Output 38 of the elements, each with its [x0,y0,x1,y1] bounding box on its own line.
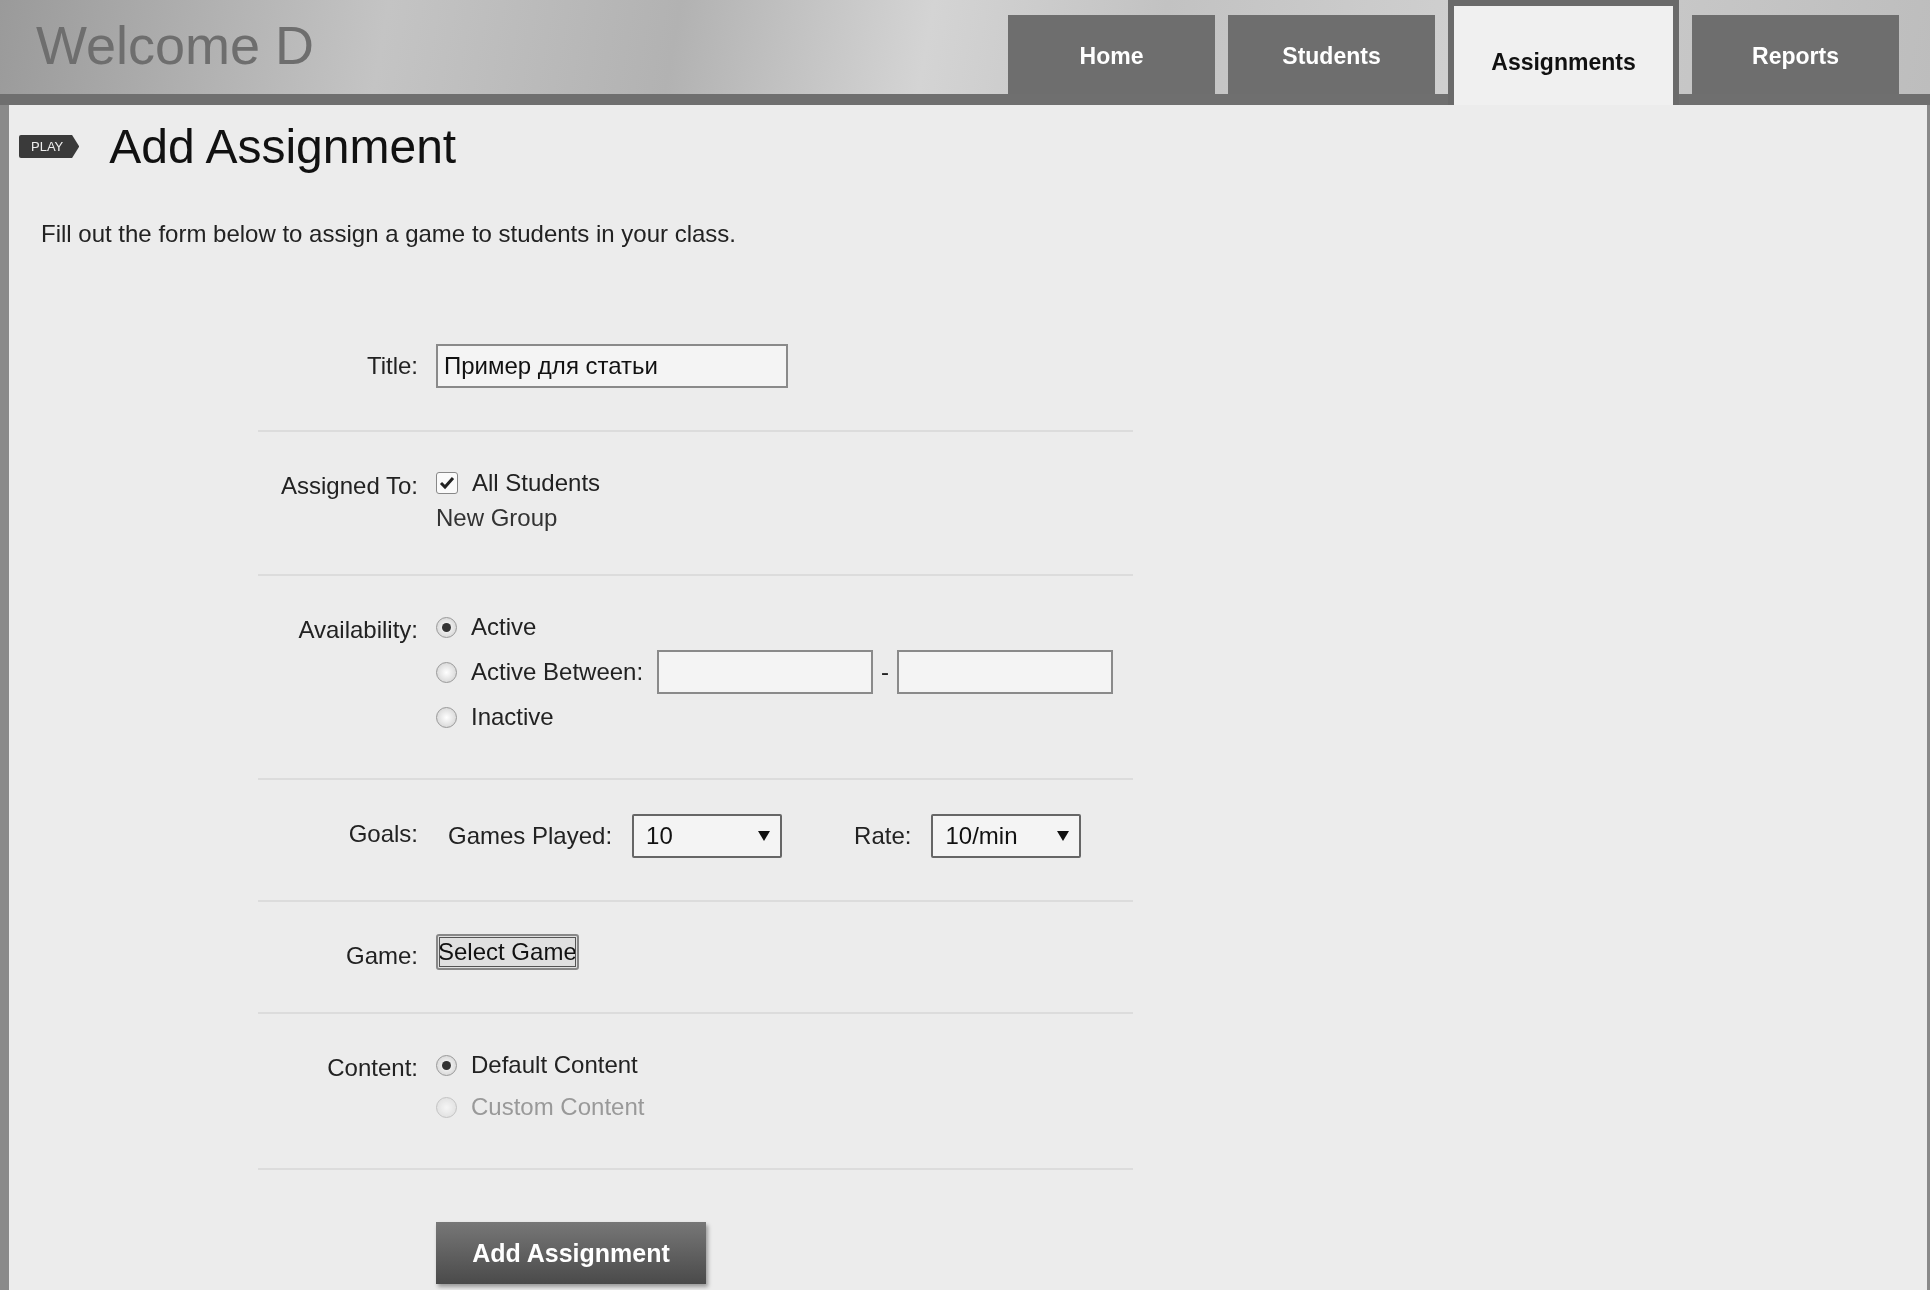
field-label: Assigned To: [280,471,418,501]
welcome-text: Welcome D [36,14,315,76]
select-game-button[interactable]: Select Game [436,934,579,970]
option-label: Inactive [471,703,554,731]
field-label: Game: [344,941,418,970]
goal-label: Rate: [854,822,912,850]
radio-button[interactable] [436,1054,457,1076]
intro-text: Fill out the form below to assign a game to students in your class. [41,220,737,248]
page-title: Add Assignment [109,119,457,174]
dropdown[interactable]: 10/min [931,814,1082,858]
field-label: Title: [365,351,418,381]
option-label: Default Content [471,1051,638,1079]
option-label: Active [471,613,537,641]
add-assignment-button[interactable]: Add Assignment [436,1222,706,1284]
caret-icon [1057,831,1070,841]
option-label: Custom Content [471,1093,645,1121]
play-badge: PLAY [19,135,80,158]
goal-label: Games Played: [448,822,613,850]
dropdown[interactable]: 10 [632,814,783,858]
radio-button[interactable] [436,706,457,728]
range-separator: - [881,658,890,686]
field-label: Goals: [347,819,418,849]
caret-icon [758,831,771,841]
start-date-field[interactable] [657,650,874,694]
end-date-field[interactable] [897,650,1114,694]
title-field[interactable]: Пример для статьи [436,344,788,388]
field-label: Content: [326,1053,418,1083]
group-link[interactable]: New Group [436,504,1133,532]
nav-tab[interactable]: Students [1228,15,1435,94]
option-label: All Students [472,469,601,497]
radio-button[interactable] [436,616,457,638]
nav-tab[interactable]: Reports [1692,15,1899,94]
option-label: Active Between: [471,658,644,686]
nav-tab[interactable]: Home [1008,15,1215,94]
nav-tab[interactable]: Assignments [1448,0,1679,105]
checkbox[interactable] [436,472,458,494]
field-label: Availability: [297,615,418,645]
radio-button[interactable] [436,661,457,683]
